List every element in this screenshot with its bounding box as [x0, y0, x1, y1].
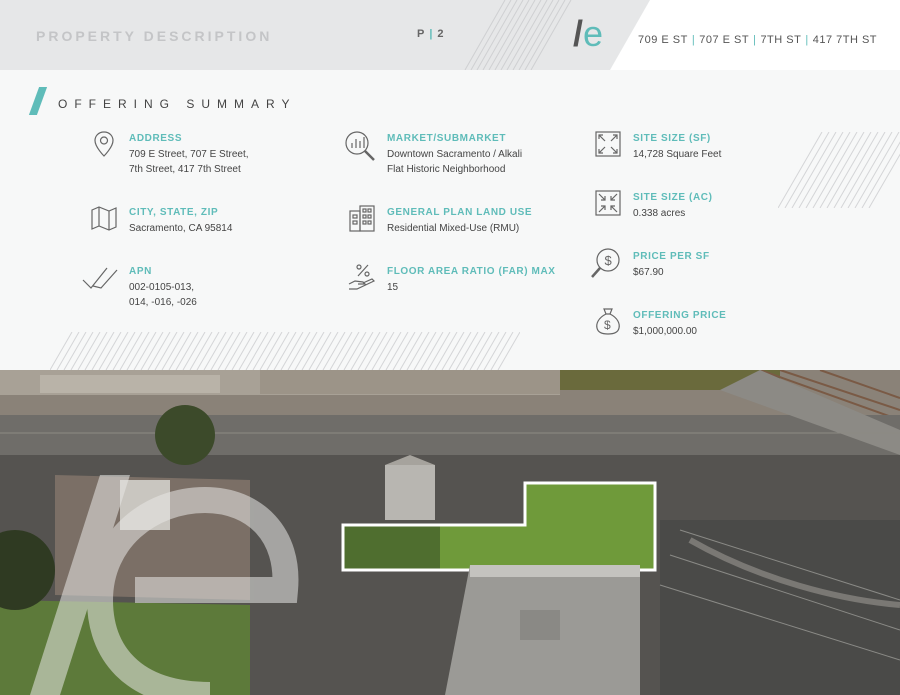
- summary-item-apn: APN 002-0105-013, 014, -016, -026: [82, 265, 197, 310]
- percent-hand-icon: [348, 264, 376, 290]
- building-icon: [349, 205, 375, 232]
- collapse-arrows-icon: [595, 190, 621, 216]
- svg-text:$: $: [605, 253, 613, 268]
- money-bag-icon: $: [596, 308, 620, 335]
- location-pin-icon: [94, 131, 114, 157]
- page-header: PROPERTY DESCRIPTION P | 2 /e 709 E ST | 707…: [0, 0, 900, 70]
- summary-item-market: MARKET/SUBMARKET Downtown Sacramento / A…: [345, 131, 523, 177]
- header-addresses: 709 E ST | 707 E ST | 7TH ST | 417 7TH ST: [638, 34, 878, 46]
- page-title: PROPERTY DESCRIPTION: [36, 28, 273, 44]
- summary-item-address: ADDRESS 709 E Street, 707 E Street, 7th …: [94, 131, 249, 177]
- item-value-line: 0.338 acres: [633, 208, 686, 219]
- item-value-line: Downtown Sacramento / Alkali: [387, 149, 523, 160]
- svg-text:$: $: [604, 318, 611, 332]
- decorative-stripes: [464, 0, 572, 70]
- item-label: ADDRESS: [129, 133, 183, 144]
- item-label: CITY, STATE, ZIP: [129, 207, 219, 218]
- summary-item-landuse: GENERAL PLAN LAND USE Residential Mixed-…: [349, 205, 533, 236]
- item-value-line: Sacramento, CA 95814: [129, 223, 233, 234]
- item-value-line: Residential Mixed-Use (RMU): [387, 223, 520, 234]
- item-value-line: Flat Historic Neighborhood: [387, 164, 506, 175]
- decorative-stripes-right: [778, 132, 900, 208]
- expand-arrows-icon: [595, 131, 621, 157]
- item-value-line: 014, -016, -026: [129, 297, 197, 308]
- address-2: 707 E ST: [699, 34, 750, 46]
- item-value-line: 14,728 Square Feet: [633, 149, 722, 160]
- item-value-line: 7th Street, 417 7th Street: [129, 164, 241, 175]
- summary-item-price-sf: $ PRICE PER SF $67.90: [591, 248, 710, 280]
- page-number-value: 2: [437, 28, 445, 40]
- address-4: 417 7TH ST: [812, 34, 878, 46]
- summary-item-city: CITY, STATE, ZIP Sacramento, CA 95814: [91, 206, 233, 236]
- map-icon: [91, 206, 117, 231]
- item-value-line: 709 E Street, 707 E Street,: [129, 149, 249, 160]
- item-label: FLOOR AREA RATIO (FAR) MAX: [387, 266, 556, 277]
- item-label: OFFERING PRICE: [633, 310, 727, 321]
- address-1: 709 E ST: [638, 34, 688, 46]
- item-label: MARKET/SUBMARKET: [387, 133, 507, 144]
- decorative-stripes-bottom: [50, 332, 520, 370]
- item-label: SITE SIZE (AC): [633, 192, 713, 203]
- accent-slash: [28, 87, 48, 115]
- address-3: 7TH ST: [760, 34, 802, 46]
- summary-item-offering-price: $ OFFERING PRICE $1,000,000.00: [596, 308, 727, 339]
- page-number: P | 2: [417, 28, 445, 40]
- item-value-line: 002-0105-013,: [129, 282, 195, 293]
- item-value-line: $67.90: [633, 267, 664, 278]
- item-label: SITE SIZE (SF): [633, 133, 711, 144]
- price-magnifier-icon: $: [591, 248, 620, 278]
- magnifier-chart-icon: [345, 131, 375, 161]
- checkmark-icon: [82, 267, 118, 289]
- item-value-line: $1,000,000.00: [633, 326, 697, 337]
- aerial-photo-illustration: [0, 370, 900, 695]
- brand-logo: /e: [573, 13, 604, 54]
- section-title: OFFERING SUMMARY: [58, 97, 297, 111]
- offering-summary: OFFERING SUMMARY ADDRESS 709 E Street, 7…: [0, 70, 900, 370]
- summary-item-site-sf: SITE SIZE (SF) 14,728 Square Feet: [595, 131, 722, 162]
- aerial-photo: [0, 370, 900, 695]
- item-label: PRICE PER SF: [633, 251, 710, 262]
- summary-item-site-ac: SITE SIZE (AC) 0.338 acres: [595, 190, 713, 221]
- summary-item-far: FLOOR AREA RATIO (FAR) MAX 15: [348, 264, 556, 295]
- item-label: APN: [129, 266, 152, 277]
- item-label: GENERAL PLAN LAND USE: [387, 207, 533, 218]
- item-value-line: 15: [387, 282, 399, 293]
- brand-logo-letter: e: [583, 13, 604, 54]
- page-prefix: P: [417, 28, 426, 40]
